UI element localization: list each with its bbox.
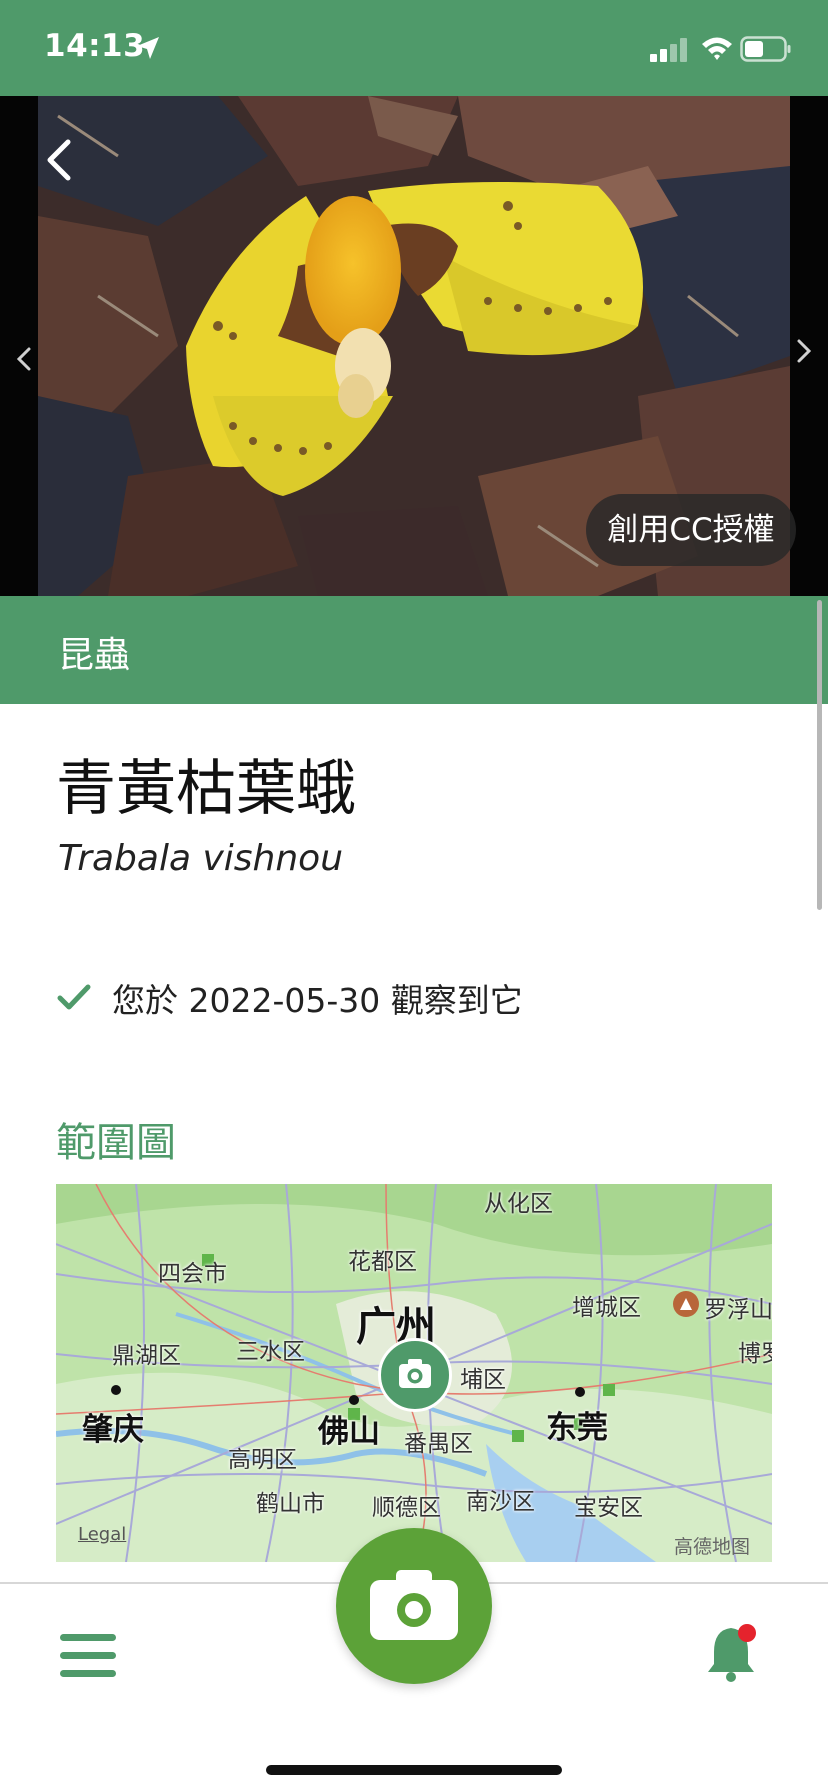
category-label: 昆蟲 [58, 635, 131, 676]
species-photo-carousel[interactable]: 創用CC授權 [0, 96, 828, 596]
species-common-name: 青黃枯葉蛾 [56, 754, 356, 824]
map-label: 埔区 [460, 1367, 506, 1393]
previous-photo-icon[interactable] [12, 344, 36, 374]
map-label: 南沙区 [466, 1489, 535, 1515]
range-map-title: 範圍圖 [56, 1120, 176, 1166]
map-attribution: 高德地图 [674, 1536, 751, 1558]
home-indicator[interactable] [266, 1765, 562, 1775]
map-label-city: 肇庆 [82, 1412, 144, 1448]
camera-button[interactable] [336, 1528, 492, 1684]
camera-icon [370, 1570, 458, 1640]
notification-badge [738, 1624, 756, 1642]
map-label: 宝安区 [574, 1495, 643, 1521]
camera-icon [399, 1359, 431, 1388]
map-label: 顺德区 [372, 1495, 441, 1521]
scrollbar-thumb[interactable] [817, 600, 822, 910]
status-bar: 14:13 [0, 0, 828, 96]
category-bar: 昆蟲 [0, 596, 828, 704]
map-label-city: 佛山 [318, 1414, 380, 1450]
map-label: 番禺区 [404, 1431, 473, 1457]
map-label-city: 东莞 [546, 1410, 608, 1446]
map-label: 从化区 [484, 1191, 553, 1217]
check-icon [57, 984, 91, 1010]
wifi-icon [702, 37, 732, 60]
map-label: 罗浮山 [704, 1297, 772, 1323]
map-label: 鹤山市 [256, 1491, 325, 1517]
license-badge[interactable]: 創用CC授權 [586, 494, 796, 566]
cellular-signal-icon [650, 38, 687, 62]
status-time: 14:13 [44, 28, 146, 64]
map-label: 高明区 [228, 1447, 297, 1473]
back-chevron-icon[interactable] [38, 136, 82, 184]
observation-map-pin[interactable] [378, 1338, 452, 1412]
map-legal-link[interactable]: Legal [78, 1524, 126, 1545]
map-label: 增城区 [572, 1295, 641, 1321]
map-label: 三水区 [236, 1339, 305, 1365]
battery-icon [740, 36, 791, 62]
next-photo-icon[interactable] [792, 336, 816, 366]
map-label: 花都区 [348, 1249, 417, 1275]
map-label: 博罗 [738, 1341, 772, 1367]
observation-date-text: 您於 2022-05-30 觀察到它 [112, 981, 523, 1020]
location-arrow-icon [137, 37, 159, 59]
map-label: 四会市 [158, 1261, 227, 1287]
species-scientific-name: Trabala vishnou [58, 838, 344, 879]
map-label: 鼎湖区 [112, 1343, 181, 1369]
menu-icon[interactable] [58, 1630, 118, 1682]
range-map[interactable]: 从化区 四会市 花都区 增城区 罗浮山 博罗 鼎湖区 三水区 广州 埔区 肇庆 … [56, 1184, 772, 1562]
